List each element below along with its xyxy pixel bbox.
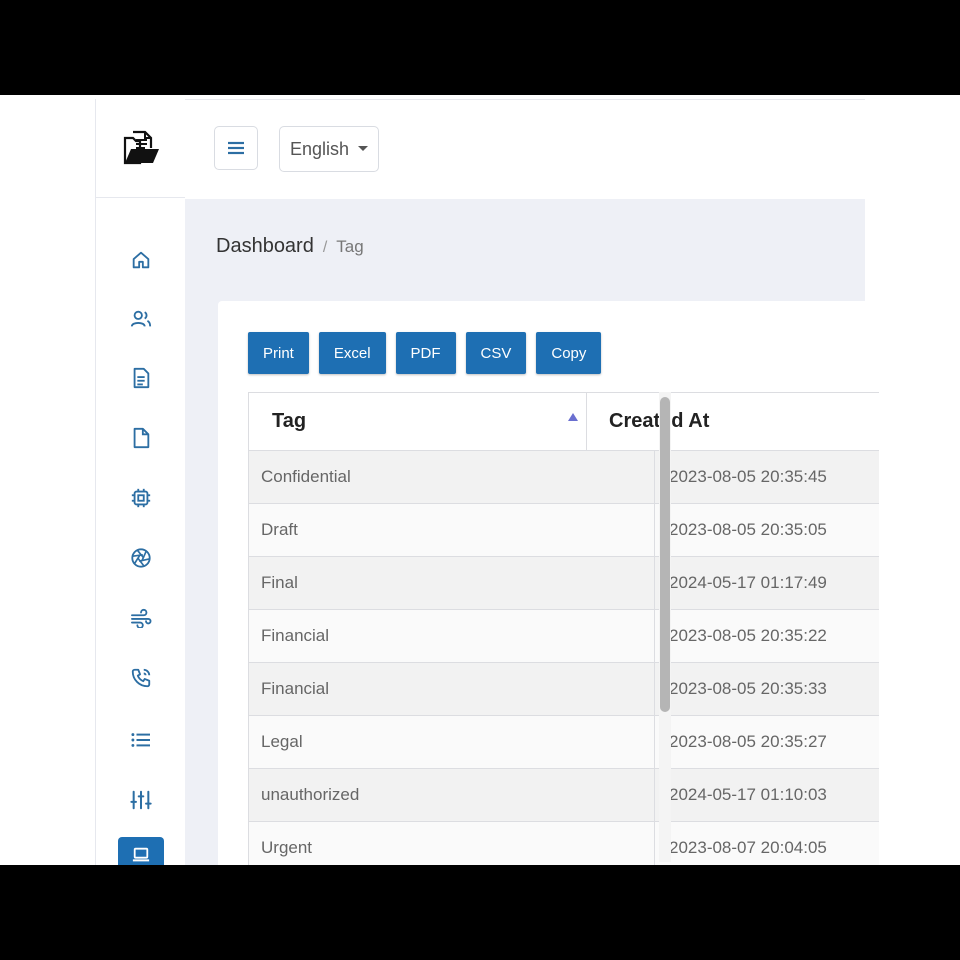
cpu-chip-icon	[131, 488, 151, 508]
sidebar-item-devices[interactable]	[118, 837, 164, 865]
export-toolbar: Print Excel PDF CSV Copy	[248, 332, 602, 374]
table-scrollbar[interactable]	[659, 392, 671, 862]
column-header-tag-label: Tag	[272, 410, 307, 432]
table-row[interactable]: Confidential 2023-08-05 20:35:45	[249, 451, 879, 504]
users-icon	[130, 310, 152, 327]
menu-toggle-button[interactable]	[214, 126, 258, 170]
sidebar-item-media[interactable]	[118, 540, 164, 576]
table-row[interactable]: Draft 2023-08-05 20:35:05	[249, 504, 879, 557]
cell-created-at: 2023-08-05 20:35:27	[669, 732, 827, 751]
cell-tag: Financial	[249, 610, 655, 662]
scrollbar-thumb[interactable]	[660, 397, 670, 712]
laptop-icon	[132, 847, 150, 862]
excel-button[interactable]: Excel	[318, 332, 386, 374]
file-icon	[133, 427, 150, 449]
phone-call-icon	[131, 668, 151, 688]
cell-created-at: 2023-08-05 20:35:33	[669, 679, 827, 698]
table-row[interactable]: Legal 2023-08-05 20:35:27	[249, 716, 879, 769]
sidebar-item-list[interactable]	[118, 722, 164, 758]
sidebar-item-flow[interactable]	[118, 600, 164, 636]
language-select[interactable]: English	[279, 126, 379, 172]
sidebar-item-documents[interactable]	[118, 360, 164, 396]
sidebar	[95, 99, 186, 865]
wind-icon	[131, 608, 152, 628]
breadcrumb-separator: /	[322, 239, 328, 256]
document-text-icon	[133, 367, 150, 389]
cell-created-at: 2024-05-17 01:17:49	[669, 573, 827, 592]
column-header-created-at[interactable]: Created At	[587, 393, 709, 450]
cell-created-at: 2023-08-05 20:35:45	[669, 467, 827, 486]
folder-document-icon	[123, 130, 159, 165]
table-row[interactable]: unauthorized 2024-05-17 01:10:03	[249, 769, 879, 822]
tag-table-card: Print Excel PDF CSV Copy Tag Created At	[218, 301, 879, 865]
table-row[interactable]: Urgent 2023-08-07 20:04:05	[249, 822, 879, 865]
table-row[interactable]: Final 2024-05-17 01:17:49	[249, 557, 879, 610]
cell-tag: Draft	[249, 504, 655, 556]
sliders-icon	[130, 790, 152, 810]
cell-created-at: 2023-08-05 20:35:05	[669, 520, 827, 539]
cell-tag: unauthorized	[249, 769, 655, 821]
cell-tag: Confidential	[249, 451, 655, 503]
cell-tag: Financial	[249, 663, 655, 715]
hamburger-icon	[228, 141, 244, 155]
home-icon	[132, 251, 150, 269]
app-viewport: English Dashboard / Tag Print Excel PDF …	[0, 95, 960, 865]
app-logo[interactable]	[96, 99, 185, 198]
sidebar-item-files[interactable]	[118, 420, 164, 456]
sort-ascending-icon	[568, 413, 578, 421]
pdf-button[interactable]: PDF	[395, 332, 456, 374]
aperture-icon	[131, 548, 151, 568]
table-header: Tag Created At	[249, 392, 879, 451]
sidebar-item-calls[interactable]	[118, 660, 164, 696]
top-header: English	[185, 99, 865, 200]
cell-tag: Legal	[249, 716, 655, 768]
cell-created-at: 2023-08-05 20:35:22	[669, 626, 827, 645]
table-row[interactable]: Financial 2023-08-05 20:35:33	[249, 663, 879, 716]
language-selected-value: English	[290, 138, 350, 159]
cell-created-at: 2024-05-17 01:10:03	[669, 785, 827, 804]
sidebar-item-users[interactable]	[118, 301, 164, 337]
list-icon	[131, 733, 150, 747]
csv-button[interactable]: CSV	[465, 332, 527, 374]
table-row[interactable]: Financial 2023-08-05 20:35:22	[249, 610, 879, 663]
tag-table: Tag Created At Confidential 2023-08-05 2…	[248, 392, 879, 865]
column-header-tag[interactable]: Tag	[249, 393, 587, 450]
main-content: Dashboard / Tag Print Excel PDF CSV Copy…	[185, 199, 879, 865]
breadcrumb-current: Tag	[336, 237, 364, 256]
breadcrumb-root[interactable]: Dashboard	[216, 235, 314, 258]
cell-created-at: 2023-08-07 20:04:05	[669, 838, 827, 857]
sidebar-item-processing[interactable]	[118, 480, 164, 516]
sidebar-item-home[interactable]	[118, 242, 164, 278]
copy-button[interactable]: Copy	[536, 332, 602, 374]
sidebar-item-settings[interactable]	[118, 782, 164, 818]
print-button[interactable]: Print	[248, 332, 309, 374]
breadcrumb: Dashboard / Tag	[216, 235, 364, 258]
chevron-down-icon	[358, 146, 368, 151]
cell-tag: Urgent	[249, 822, 655, 865]
cell-tag: Final	[249, 557, 655, 609]
